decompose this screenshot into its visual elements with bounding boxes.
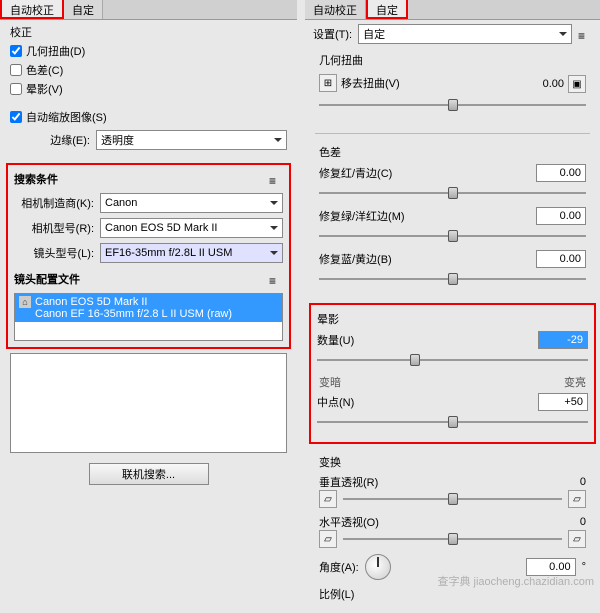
- transform-title: 变换: [319, 454, 586, 470]
- vpersp-value[interactable]: 0: [580, 476, 586, 488]
- vpersp-label: 垂直透视(R): [319, 474, 378, 490]
- angle-value[interactable]: 0.00: [526, 558, 576, 576]
- chk-chromatic[interactable]: [10, 64, 22, 76]
- midpoint-label: 中点(N): [317, 394, 417, 410]
- edge-dropdown[interactable]: 透明度: [96, 130, 287, 150]
- tab-custom-right[interactable]: 自定: [366, 0, 408, 19]
- settings-dropdown[interactable]: 自定: [358, 24, 572, 44]
- fix-rc-slider[interactable]: [319, 185, 586, 201]
- empty-list: [10, 353, 287, 453]
- edge-label: 边缘(E):: [10, 132, 90, 148]
- maker-label: 相机制造商(K):: [14, 195, 94, 211]
- chk-vignette-label: 晕影(V): [26, 81, 63, 97]
- lighter-label: 变亮: [564, 374, 586, 390]
- hpersp-label: 水平透视(O): [319, 514, 379, 530]
- model-label: 相机型号(R):: [14, 220, 94, 236]
- chk-vignette[interactable]: [10, 83, 22, 95]
- tab-custom-left[interactable]: 自定: [64, 0, 103, 19]
- lens-dropdown[interactable]: EF16-35mm f/2.8L II USM: [100, 243, 283, 263]
- chk-geometric-distortion[interactable]: [10, 45, 22, 57]
- search-criteria-group: 搜索条件 相机制造商(K): Canon 相机型号(R): Canon EOS …: [6, 163, 291, 349]
- profile-line2: Canon EF 16-35mm f/2.8 L II USM (raw): [35, 308, 232, 320]
- vignette-title: 晕影: [317, 311, 588, 327]
- profile-list[interactable]: ⌂ Canon EOS 5D Mark II Canon EF 16-35mm …: [14, 293, 283, 341]
- correction-title: 校正: [10, 24, 287, 40]
- fix-by-value[interactable]: 0.00: [536, 250, 586, 268]
- chk-chromatic-label: 色差(C): [26, 62, 63, 78]
- profile-title: 镜头配置文件: [14, 271, 80, 287]
- amount-slider[interactable]: [317, 352, 588, 368]
- chk-autoscale[interactable]: [10, 111, 22, 123]
- chk-autoscale-label: 自动缩放图像(S): [26, 109, 107, 125]
- angle-dial[interactable]: [365, 554, 391, 580]
- left-tabs: 自动校正 自定: [0, 0, 297, 20]
- hpersp-left-icon[interactable]: ▱: [319, 530, 337, 548]
- midpoint-value[interactable]: +50: [538, 393, 588, 411]
- maker-dropdown[interactable]: Canon: [100, 193, 283, 213]
- fix-gm-label: 修复绿/洋红边(M): [319, 208, 419, 224]
- profile-line1: Canon EOS 5D Mark II: [35, 296, 232, 308]
- lens-label: 镜头型号(L):: [14, 245, 94, 261]
- chk-geometric-label: 几何扭曲(D): [26, 43, 85, 59]
- remove-distortion-label: 移去扭曲(V): [341, 75, 400, 91]
- fix-gm-value[interactable]: 0.00: [536, 207, 586, 225]
- right-tabs: 自动校正 自定: [305, 0, 600, 20]
- vpersp-top-icon[interactable]: ▱: [319, 490, 337, 508]
- menu-icon[interactable]: [578, 29, 592, 39]
- remove-distortion-slider[interactable]: [319, 97, 586, 113]
- fix-rc-value[interactable]: 0.00: [536, 164, 586, 182]
- chroma-title: 色差: [319, 144, 586, 160]
- geom-title: 几何扭曲: [319, 52, 586, 68]
- darker-label: 变暗: [319, 374, 341, 390]
- fix-rc-label: 修复红/青边(C): [319, 165, 419, 181]
- remove-distortion-value[interactable]: 0.00: [543, 78, 564, 90]
- vpersp-bottom-icon[interactable]: ▱: [568, 490, 586, 508]
- fix-by-slider[interactable]: [319, 271, 586, 287]
- tab-auto-correct-right[interactable]: 自动校正: [305, 0, 366, 19]
- fix-by-label: 修复蓝/黄边(B): [319, 251, 419, 267]
- vignette-group: 晕影 数量(U) -29 变暗 变亮 中点(N) +50: [309, 303, 596, 444]
- amount-value[interactable]: -29: [538, 331, 588, 349]
- home-icon: ⌂: [19, 296, 31, 308]
- degree-label: °: [582, 561, 586, 573]
- grid-icon[interactable]: ⊞: [319, 74, 337, 92]
- midpoint-slider[interactable]: [317, 414, 588, 430]
- amount-label: 数量(U): [317, 332, 417, 348]
- hpersp-slider[interactable]: [343, 531, 562, 547]
- vpersp-slider[interactable]: [343, 491, 562, 507]
- search-title: 搜索条件: [14, 171, 58, 187]
- fix-gm-slider[interactable]: [319, 228, 586, 244]
- model-dropdown[interactable]: Canon EOS 5D Mark II: [100, 218, 283, 238]
- angle-label: 角度(A):: [319, 559, 359, 575]
- list-item[interactable]: ⌂ Canon EOS 5D Mark II Canon EF 16-35mm …: [15, 294, 282, 322]
- search-online-button[interactable]: 联机搜索...: [89, 463, 209, 485]
- pincushion-icon[interactable]: ▣: [568, 75, 586, 93]
- settings-label: 设置(T):: [313, 26, 352, 42]
- menu-icon[interactable]: [269, 174, 283, 184]
- hpersp-right-icon[interactable]: ▱: [568, 530, 586, 548]
- hpersp-value[interactable]: 0: [580, 516, 586, 528]
- menu-icon[interactable]: [269, 274, 283, 284]
- scale-label: 比例(L): [319, 586, 354, 602]
- tab-auto-correct-left[interactable]: 自动校正: [0, 0, 64, 19]
